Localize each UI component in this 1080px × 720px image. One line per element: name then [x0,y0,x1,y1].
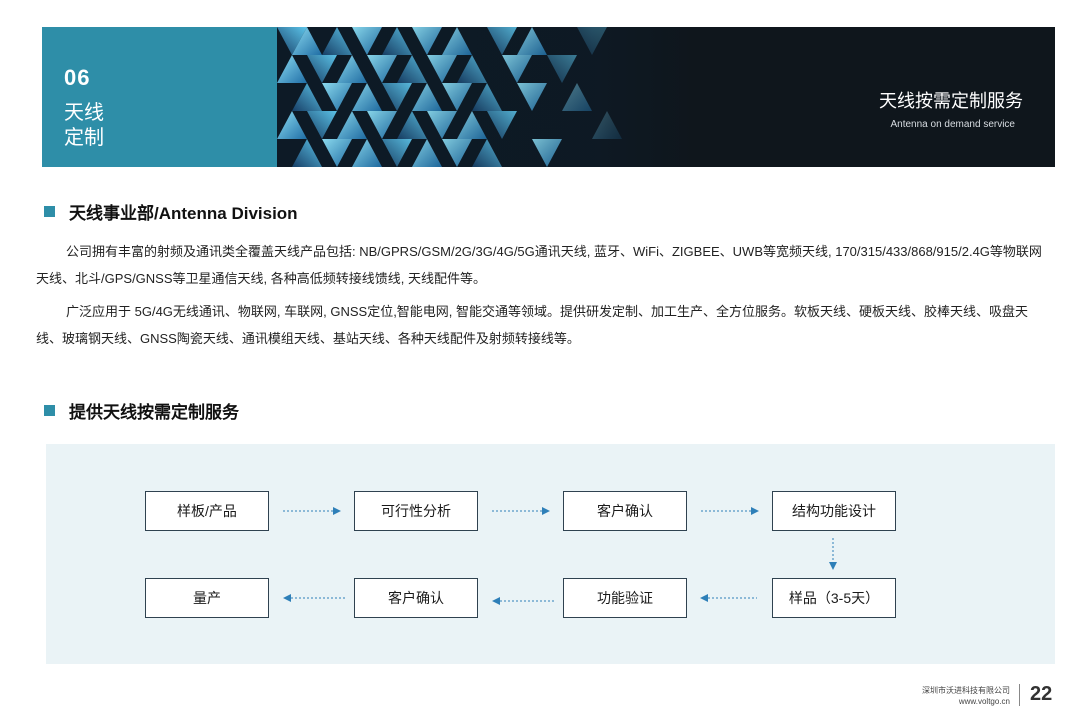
footer-url: www.voltgo.cn [958,697,1010,706]
page-number: 22 [1030,683,1053,705]
footer-company: 深圳市沃进科技有限公司 [922,686,1010,695]
flow-arrows [283,507,837,605]
footer-divider [1019,684,1020,706]
